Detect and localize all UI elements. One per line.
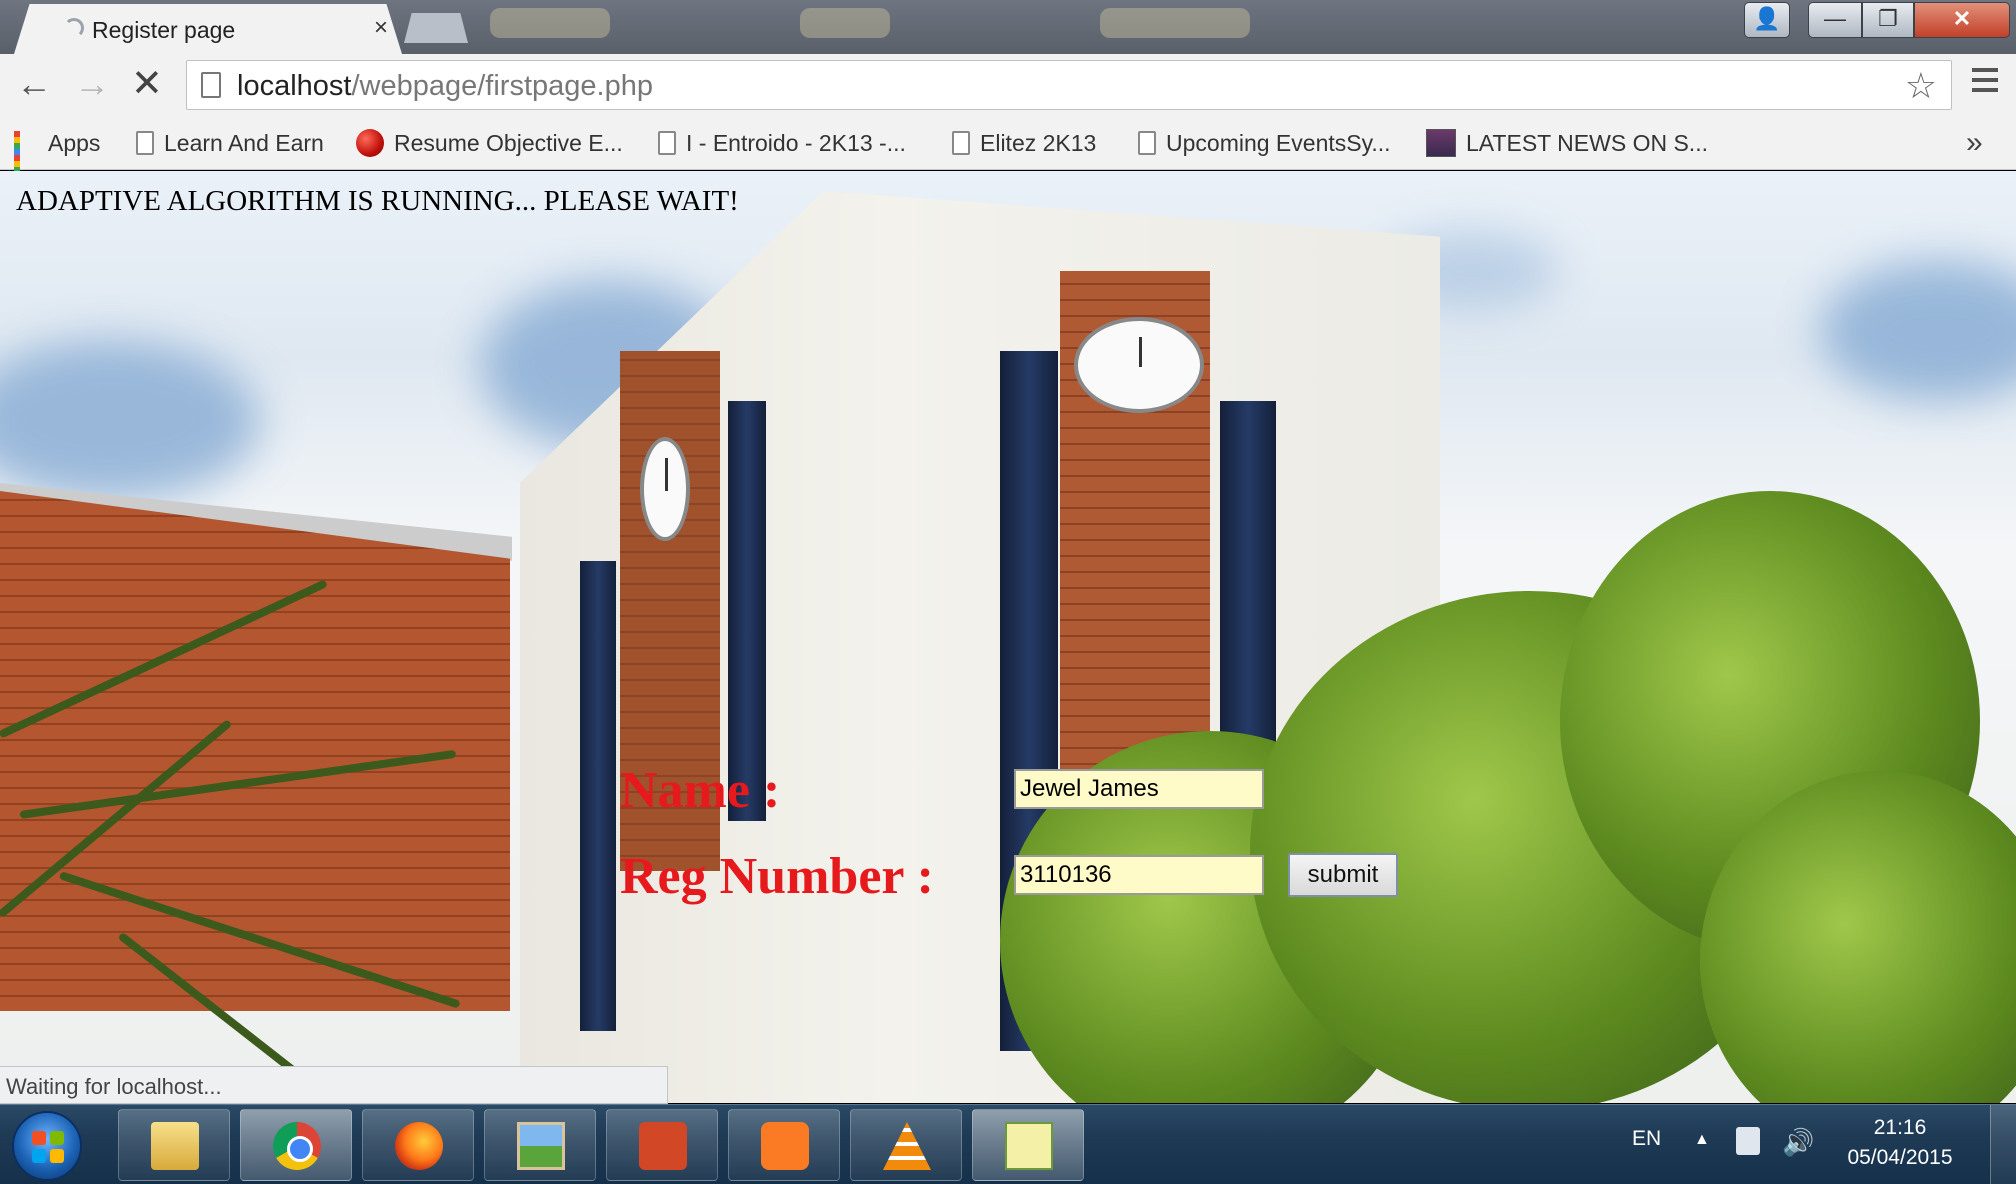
page-icon bbox=[658, 131, 676, 155]
folder-icon bbox=[151, 1122, 199, 1170]
minimize-button[interactable]: — bbox=[1808, 2, 1862, 38]
system-clock[interactable]: 21:16 05/04/2015 bbox=[1840, 1113, 1960, 1173]
background-blur bbox=[800, 8, 890, 38]
url-path: /webpage/firstpage.php bbox=[351, 70, 653, 102]
clock-face bbox=[640, 437, 690, 541]
url-text[interactable]: localhost/webpage/firstpage.php bbox=[237, 70, 653, 103]
bookmark-latest-news[interactable]: LATEST NEWS ON S... bbox=[1426, 126, 1708, 160]
bookmarks-overflow-icon[interactable]: » bbox=[1966, 126, 1983, 160]
bookmark-label: Elitez 2K13 bbox=[980, 129, 1097, 156]
windows-logo-icon bbox=[50, 1149, 64, 1163]
page-icon bbox=[136, 131, 154, 155]
close-window-button[interactable]: ✕ bbox=[1914, 2, 2010, 38]
screen: Register page × 👤 — ❐ ✕ ← → ✕ localhost/… bbox=[0, 0, 2016, 1184]
status-bubble: Waiting for localhost... bbox=[0, 1066, 668, 1104]
background-blur bbox=[490, 8, 610, 38]
bookmark-label: Apps bbox=[48, 129, 101, 156]
windows-logo-icon bbox=[50, 1131, 64, 1145]
reg-number-label: Reg Number : bbox=[620, 848, 934, 905]
clock-time: 21:16 bbox=[1873, 1116, 1927, 1139]
tab-register-page[interactable]: Register page × bbox=[14, 4, 402, 54]
tab-close-icon[interactable]: × bbox=[374, 14, 388, 42]
taskbar-powerpoint[interactable] bbox=[606, 1109, 718, 1181]
submit-button[interactable]: submit bbox=[1288, 853, 1398, 897]
photo-viewer-icon bbox=[517, 1122, 565, 1170]
taskbar-photo-viewer[interactable] bbox=[484, 1109, 596, 1181]
tab-title: Register page bbox=[92, 17, 236, 43]
page-content: ADAPTIVE ALGORITHM IS RUNNING... PLEASE … bbox=[0, 171, 2016, 1103]
bookmark-entroido[interactable]: I - Entroido - 2K13 -... bbox=[658, 126, 906, 160]
name-input[interactable] bbox=[1014, 769, 1264, 809]
user-profile-button[interactable]: 👤 bbox=[1744, 2, 1790, 38]
clock-date: 05/04/2015 bbox=[1847, 1146, 1953, 1169]
stop-loading-icon[interactable]: ✕ bbox=[131, 64, 163, 104]
browser-titlebar: Register page × 👤 — ❐ ✕ bbox=[0, 0, 2016, 54]
bookmark-resume-objective[interactable]: Resume Objective E... bbox=[356, 126, 623, 160]
bookmark-label: LATEST NEWS ON S... bbox=[1466, 129, 1708, 156]
algorithm-running-message: ADAPTIVE ALGORITHM IS RUNNING... PLEASE … bbox=[16, 185, 739, 217]
taskbar-xampp[interactable] bbox=[728, 1109, 840, 1181]
windows-taskbar: EN ▲ 🔊 21:16 05/04/2015 bbox=[0, 1104, 2016, 1184]
bookmark-apps[interactable]: Apps bbox=[14, 126, 101, 185]
page-icon bbox=[201, 72, 221, 98]
loading-spinner-icon bbox=[64, 18, 84, 38]
show-hidden-icons-arrow-icon[interactable]: ▲ bbox=[1694, 1131, 1710, 1149]
bookmark-elitez[interactable]: Elitez 2K13 bbox=[952, 126, 1096, 160]
clock-face bbox=[1074, 317, 1204, 413]
bookmark-label: I - Entroido - 2K13 -... bbox=[686, 129, 906, 156]
windows-logo-icon bbox=[32, 1149, 46, 1163]
start-button[interactable] bbox=[12, 1111, 82, 1181]
tower-window bbox=[580, 561, 616, 1031]
back-arrow-icon[interactable]: ← bbox=[16, 64, 52, 104]
sky-patch bbox=[1820, 261, 2016, 401]
xampp-icon bbox=[761, 1122, 809, 1170]
red-ball-icon bbox=[356, 129, 384, 157]
bookmark-upcoming-events[interactable]: Upcoming EventsSy... bbox=[1138, 126, 1391, 160]
chrome-menu-icon[interactable] bbox=[1972, 68, 1998, 98]
taskbar-notepad-plus-plus[interactable] bbox=[972, 1109, 1084, 1181]
bookmarks-bar: Apps Learn And Earn Resume Objective E..… bbox=[0, 118, 2016, 185]
page-icon bbox=[1138, 131, 1156, 155]
taskbar-vlc[interactable] bbox=[850, 1109, 962, 1181]
bookmark-star-icon[interactable]: ☆ bbox=[1905, 65, 1937, 107]
firefox-icon bbox=[395, 1122, 443, 1170]
news-thumbnail-icon bbox=[1426, 129, 1456, 157]
windows-logo-icon bbox=[32, 1131, 46, 1145]
show-desktop-button[interactable] bbox=[1990, 1105, 2016, 1184]
bookmark-label: Upcoming EventsSy... bbox=[1166, 129, 1391, 156]
url-host: localhost bbox=[237, 70, 352, 102]
bookmark-label: Learn And Earn bbox=[164, 129, 324, 156]
forward-arrow-icon[interactable]: → bbox=[74, 64, 110, 104]
page-icon bbox=[952, 131, 970, 155]
bookmark-label: Resume Objective E... bbox=[394, 129, 623, 156]
chrome-icon bbox=[273, 1122, 321, 1170]
address-bar[interactable]: localhost/webpage/firstpage.php ☆ bbox=[186, 60, 1952, 110]
apps-grid-icon bbox=[14, 131, 38, 185]
vlc-cone-icon bbox=[883, 1122, 931, 1170]
name-label: Name : bbox=[620, 762, 781, 819]
reg-number-input[interactable] bbox=[1014, 855, 1264, 895]
taskbar-chrome[interactable] bbox=[240, 1109, 352, 1181]
browser-toolbar: ← → ✕ localhost/webpage/firstpage.php ☆ bbox=[0, 54, 2016, 118]
background-blur bbox=[1100, 8, 1250, 38]
notepad-plus-plus-icon bbox=[1005, 1122, 1053, 1170]
taskbar-explorer[interactable] bbox=[118, 1109, 230, 1181]
tower-window bbox=[728, 401, 766, 821]
language-indicator[interactable]: EN bbox=[1632, 1127, 1661, 1151]
powerpoint-icon bbox=[639, 1122, 687, 1170]
new-tab-button[interactable] bbox=[404, 13, 468, 43]
brick-building bbox=[0, 491, 510, 1011]
sky-patch bbox=[0, 341, 260, 501]
bookmark-learn-and-earn[interactable]: Learn And Earn bbox=[136, 126, 324, 160]
taskbar-firefox[interactable] bbox=[362, 1109, 474, 1181]
volume-icon[interactable]: 🔊 bbox=[1782, 1127, 1814, 1158]
power-plug-icon[interactable] bbox=[1736, 1127, 1760, 1155]
maximize-button[interactable]: ❐ bbox=[1862, 2, 1914, 38]
